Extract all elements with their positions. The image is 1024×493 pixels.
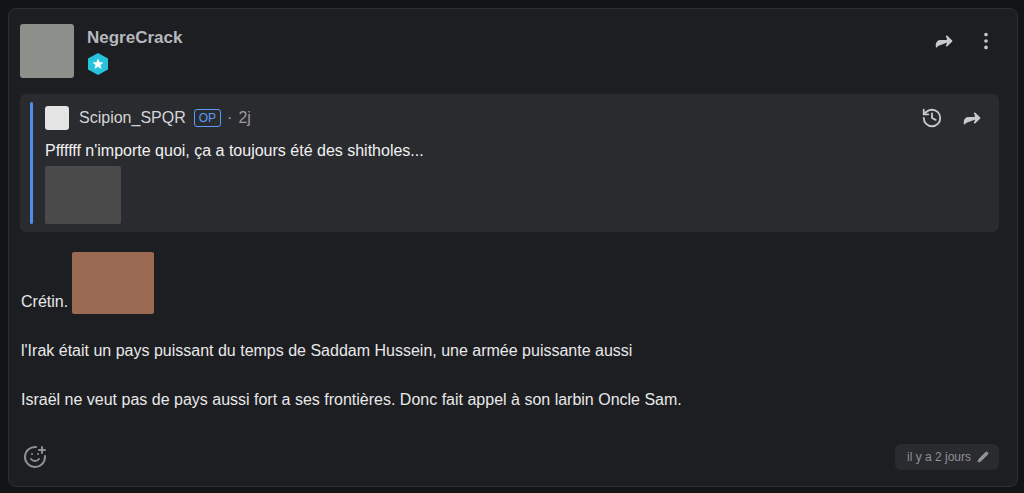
quote-avatar[interactable]	[45, 106, 69, 130]
quote-separator: ·	[227, 109, 232, 127]
post-paragraph: l'Irak était un pays puissant du temps d…	[20, 339, 1005, 363]
add-reaction-button[interactable]	[23, 445, 47, 469]
history-icon	[921, 107, 943, 129]
quote-text: Pffffff n'importe quoi, ça a toujours ét…	[45, 140, 983, 162]
lead-text: Crétin.	[21, 290, 68, 314]
quote-author[interactable]: Scipion_SPQR	[79, 109, 186, 127]
post-card: NegreCrack Scipion_SPQR OP · 2j Pffffff n'imp…	[8, 8, 1018, 487]
more-icon	[975, 30, 997, 52]
post-body: Crétin. l'Irak était un pays puissant du …	[20, 252, 1005, 444]
quote-sticker	[45, 166, 121, 224]
quote-share-button[interactable]	[961, 107, 983, 129]
quote-bar	[30, 102, 33, 224]
post-actions	[933, 24, 1005, 52]
lead-line: Crétin.	[20, 252, 1005, 314]
quote-time: 2j	[238, 109, 250, 127]
author-block: NegreCrack	[87, 24, 920, 76]
post-paragraph: Israël ne veut pas de pays aussi fort a …	[20, 388, 1005, 412]
share-icon	[933, 30, 955, 52]
post-footer: il y a 2 jours	[20, 444, 1005, 470]
post-header: NegreCrack	[20, 23, 1005, 78]
quote-box: Scipion_SPQR OP · 2j Pffffff n'importe quoi,…	[20, 94, 999, 232]
badge-icon	[87, 52, 109, 76]
timestamp: il y a 2 jours	[895, 444, 999, 470]
smile-plus-icon	[23, 445, 47, 469]
share-icon	[961, 107, 983, 129]
pencil-icon	[977, 451, 989, 463]
share-button[interactable]	[933, 30, 955, 52]
more-button[interactable]	[975, 30, 997, 52]
post-sticker	[72, 252, 154, 314]
quote-header: Scipion_SPQR OP · 2j	[45, 102, 983, 134]
op-badge: OP	[194, 109, 221, 127]
history-button[interactable]	[921, 107, 943, 129]
author-name[interactable]: NegreCrack	[87, 28, 920, 48]
user-avatar[interactable]	[20, 24, 74, 78]
